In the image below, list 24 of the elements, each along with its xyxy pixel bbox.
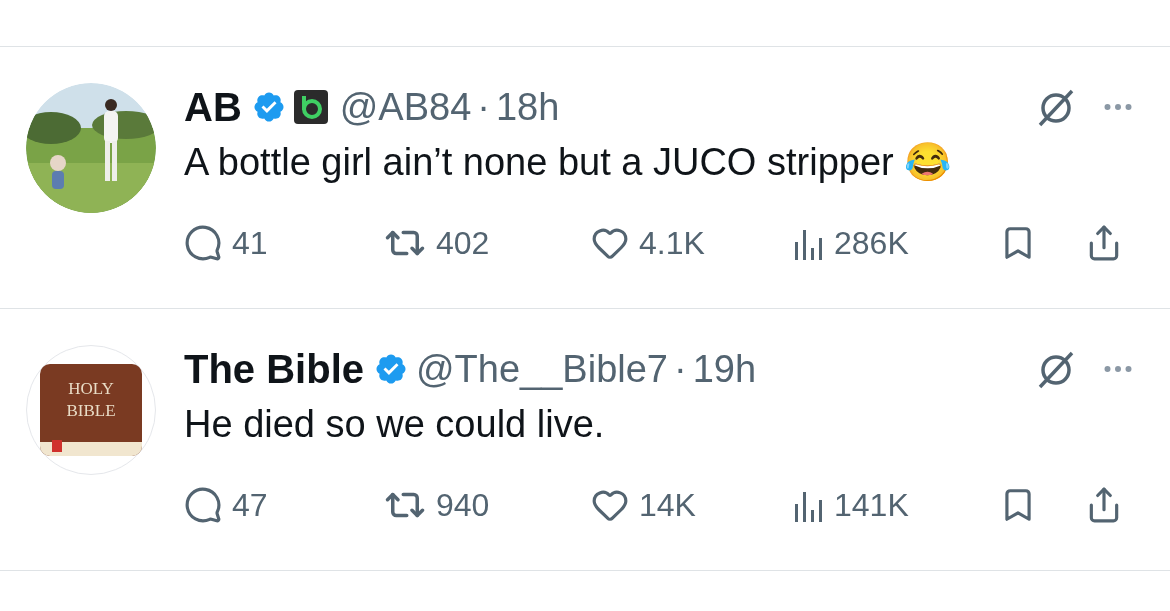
tweet-text: A bottle girl ain’t none but a JUCO stripper 😂	[184, 140, 953, 185]
reply-button[interactable]: 41	[184, 219, 268, 267]
repost-button[interactable]: 940	[384, 481, 490, 529]
like-button[interactable]: 4.1K	[591, 219, 705, 267]
timestamp[interactable]: 19h	[692, 340, 757, 398]
separator-dot: ·	[674, 346, 687, 392]
user-handle[interactable]: @AB84	[339, 78, 472, 136]
slashed-circle-icon[interactable]	[1036, 349, 1076, 389]
logo-text: HOLY BIBLE	[65, 378, 117, 422]
affiliate-badge-icon	[293, 90, 328, 124]
reply-icon[interactable]	[184, 224, 222, 262]
user-handle[interactable]: @The__Bible7	[416, 340, 668, 398]
reply-button[interactable]: 47	[184, 481, 268, 529]
like-button[interactable]: 14K	[591, 481, 696, 529]
timestamp[interactable]: 18h	[496, 78, 560, 136]
reply-icon[interactable]	[184, 486, 222, 524]
views-button[interactable]: 141K	[794, 481, 909, 529]
display-name[interactable]: AB	[184, 77, 242, 137]
repost-button[interactable]: 402	[384, 219, 490, 267]
tweet-text: He died so we could live.	[184, 402, 606, 447]
separator-dot: ·	[477, 84, 490, 130]
views-button[interactable]: 286K	[794, 219, 909, 267]
slashed-circle-icon[interactable]	[1036, 87, 1076, 127]
display-name[interactable]: The Bible	[184, 339, 365, 399]
